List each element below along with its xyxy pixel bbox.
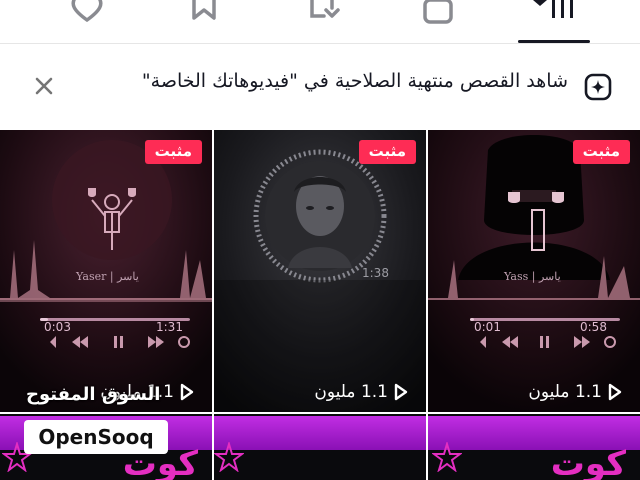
view-count-text: 1.1 مليون [528,382,602,402]
lock-icon [423,0,453,24]
elapsed-time: 1:38 [362,266,389,280]
elapsed-time: 0:03 [44,320,71,334]
tab-reposts[interactable] [292,0,352,30]
profile-tab-bar [0,0,640,44]
pinned-badge: مثبت [358,140,416,164]
elapsed-time: 0:01 [474,320,501,334]
star-icon [432,442,462,472]
view-count: 1.1 مليون [314,382,408,402]
watermark-arabic: السوق المفتوح [26,384,161,405]
tab-liked[interactable] [57,0,117,30]
view-count: 1.1 مليون [528,382,622,402]
video-tile[interactable]: كوت [428,414,640,480]
close-icon[interactable] [30,72,58,100]
view-count-text: 1.1 مليون [314,382,388,402]
play-icon [180,383,194,401]
active-tab-indicator [518,40,590,43]
video-tile[interactable]: Yass | ياسر 0:01 0:58 مثبت 1.1 مليون [428,130,640,412]
grid-icon [533,0,573,18]
play-icon [394,383,408,401]
repost-icon [310,0,340,18]
video-thumbnail [214,130,426,412]
audio-artist-name: Yaser | ياسر [76,270,139,283]
play-icon [608,383,622,401]
sparkle-icon [584,73,612,101]
tab-private[interactable] [408,0,468,30]
video-tile[interactable]: Yaser | ياسر 0:03 1:31 مثبت 1.1 مليون [0,130,212,412]
pinned-badge: مثبت [572,140,630,164]
heart-icon [71,0,103,22]
watermark-logo: OpenSooq [24,420,168,454]
pinned-badge: مثبت [144,140,202,164]
watermark-latin: OpenSooq [38,425,154,449]
duration-time: 1:31 [156,320,183,334]
video-overlay-text: كوت [550,444,626,480]
video-tile[interactable] [214,414,426,480]
notice-text: شاهد القصص منتهية الصلاحية في "فيديوهاتك… [141,70,568,92]
duration-time: 0:58 [580,320,607,334]
bookmark-icon [192,0,216,20]
video-thumbnail [214,416,426,450]
tab-videos[interactable] [524,0,584,30]
star-icon [214,442,244,472]
video-tile[interactable]: 1:38 مثبت 1.1 مليون [214,130,426,412]
audio-artist-name: Yass | ياسر [504,270,561,283]
tab-saved[interactable] [174,0,234,30]
